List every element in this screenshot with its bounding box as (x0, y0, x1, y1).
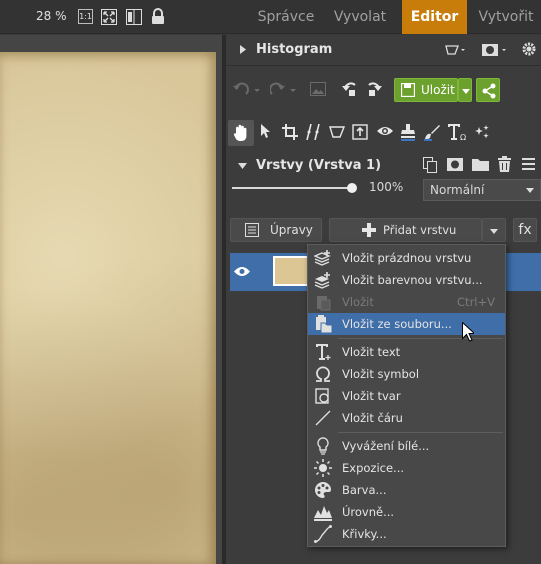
paste-file-icon (314, 315, 332, 333)
shape-icon (314, 387, 332, 405)
line-icon (314, 409, 332, 427)
top-bar: 28 % 1:1 Správce Vyvolat Editor Vytvořit (0, 0, 541, 34)
chevron-down-icon (526, 188, 534, 193)
divider (226, 65, 541, 66)
fit-screen-icon[interactable] (101, 9, 117, 25)
selection-tool-icon[interactable] (329, 125, 345, 139)
image-canvas[interactable] (0, 52, 216, 564)
blend-mode-select[interactable]: Normální (423, 179, 541, 201)
menu-separator (338, 432, 503, 433)
rotate-left-icon[interactable] (341, 80, 359, 98)
menu-item-insert-empty-layer[interactable]: Vložit prázdnou vrstvu (308, 247, 505, 269)
layer-thumbnail[interactable] (273, 256, 309, 286)
effects-sparkle-icon[interactable] (474, 124, 490, 140)
share-button[interactable] (476, 78, 500, 102)
floppy-icon (401, 83, 415, 97)
hand-tool-button[interactable] (228, 120, 254, 146)
trash-icon[interactable] (498, 156, 511, 172)
menu-item-color[interactable]: Barva... (308, 479, 505, 501)
chevron-right-icon[interactable] (240, 45, 246, 54)
menu-item-exposure[interactable]: Expozice... (308, 457, 505, 479)
eye-icon[interactable] (234, 266, 250, 277)
redo-icon[interactable] (270, 82, 300, 98)
add-layer-dropdown-button[interactable] (482, 218, 506, 242)
add-layer-menu: Vložit prázdnou vrstvu Vložit barevnou v… (307, 244, 506, 547)
settings-gear-icon[interactable] (522, 42, 536, 56)
menu-item-insert-color-layer[interactable]: Vložit barevnou vrstvu... (308, 269, 505, 291)
text-icon (314, 343, 332, 361)
adjust-list-icon (245, 223, 259, 237)
tab-editor[interactable]: Editor (402, 0, 467, 34)
menu-item-insert-shape[interactable]: Vložit tvar (308, 385, 505, 407)
mouse-cursor-icon (462, 322, 474, 342)
redeye-tool-icon[interactable] (376, 124, 394, 138)
menu-item-levels[interactable]: Úrovně... (308, 501, 505, 523)
layers-header[interactable]: Vrstvy (Vrstva 1) (226, 151, 541, 181)
opacity-value: 100% (369, 180, 404, 194)
hand-icon (233, 124, 247, 141)
menu-item-insert-symbol[interactable]: Vložit symbol (308, 363, 505, 385)
zoom-1to1-button[interactable]: 1:1 (78, 9, 93, 24)
menu-separator (338, 338, 503, 339)
crop-tool-icon[interactable] (282, 124, 298, 140)
menu-item-paste[interactable]: Vložit Ctrl+V (308, 291, 505, 313)
save-dropdown-button[interactable] (458, 78, 472, 102)
folder-icon[interactable] (472, 158, 489, 171)
add-layer-label: Přidat vrstvu (383, 223, 457, 237)
save-button[interactable]: Uložit (394, 78, 458, 102)
tab-vytvorit[interactable]: Vytvořit (472, 0, 540, 34)
chevron-down-icon (490, 229, 498, 234)
text-tool-icon[interactable]: Ω (448, 123, 468, 141)
menu-item-paste-from-file[interactable]: Vložit ze souboru... (308, 313, 505, 335)
layers-plus-icon (314, 249, 332, 267)
save-label: Uložit (421, 83, 455, 97)
opacity-slider-thumb[interactable] (347, 183, 357, 193)
chevron-down-icon[interactable] (238, 163, 247, 169)
curve-icon (314, 525, 332, 543)
blend-mode-value: Normální (430, 183, 485, 197)
image-history-icon[interactable] (310, 82, 326, 96)
layers-title: Vrstvy (Vrstva 1) (256, 158, 382, 173)
sun-icon (314, 459, 332, 477)
menu-item-curves[interactable]: Křivky... (308, 523, 505, 545)
menu-item-insert-text[interactable]: Vložit text (308, 341, 505, 363)
duplicate-layer-icon[interactable] (423, 157, 437, 173)
chevron-down-icon (462, 89, 470, 94)
bulb-icon (314, 437, 332, 455)
zoom-level: 28 % (36, 9, 67, 23)
share-icon (482, 83, 496, 99)
clone-stamp-icon[interactable] (400, 123, 416, 141)
brush-tool-icon[interactable] (423, 123, 441, 141)
mask-icon[interactable] (482, 44, 508, 56)
svg-text:Ω: Ω (460, 133, 466, 141)
menu-hamburger-icon[interactable] (522, 158, 535, 170)
selection-tool-icon[interactable] (445, 43, 467, 57)
omega-icon (314, 365, 332, 383)
rotate-right-icon[interactable] (365, 80, 383, 98)
layer-mask-icon[interactable] (447, 158, 463, 171)
opacity-slider[interactable] (232, 187, 354, 189)
add-layer-button[interactable]: Přidat vrstvu (329, 218, 482, 242)
adjust-button[interactable]: Úpravy (230, 218, 322, 242)
histogram-header[interactable]: Histogram (226, 35, 541, 65)
compare-icon[interactable] (126, 9, 142, 25)
plus-icon (362, 223, 376, 237)
transform-tool-icon[interactable] (352, 124, 368, 140)
menu-item-insert-line[interactable]: Vložit čáru (308, 407, 505, 429)
paste-icon (314, 293, 332, 311)
layers-color-icon (314, 271, 332, 289)
fx-button[interactable]: fx (513, 218, 537, 242)
lock-icon[interactable] (151, 8, 165, 25)
levels-icon (314, 503, 332, 521)
palette-icon (314, 481, 332, 499)
undo-icon[interactable] (232, 82, 262, 98)
tab-vyvolat[interactable]: Vyvolat (328, 0, 392, 34)
tab-spravce[interactable]: Správce (251, 0, 321, 34)
canvas-area[interactable] (0, 35, 222, 564)
straighten-tool-icon[interactable] (305, 124, 321, 140)
adjust-label: Úpravy (270, 223, 313, 237)
menu-item-white-balance[interactable]: Vyvážení bílé... (308, 435, 505, 457)
histogram-title: Histogram (256, 42, 333, 57)
pointer-tool-icon[interactable] (261, 124, 271, 139)
